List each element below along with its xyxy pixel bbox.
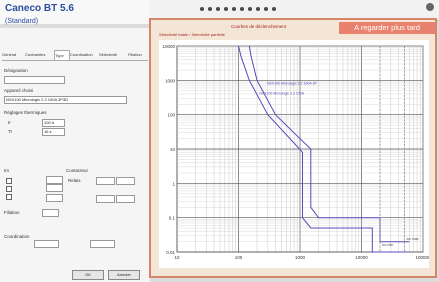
relais-select[interactable] xyxy=(116,195,135,203)
product-field[interactable]: NSX100 Micrologic 2.2 100A 3P3D xyxy=(4,96,127,104)
y-tick-label: 1000 xyxy=(165,78,176,83)
value-select[interactable] xyxy=(46,176,63,184)
app-title: Caneco BT 5.6 xyxy=(5,3,74,14)
tab-contraintes[interactable]: Contraintes xyxy=(25,50,53,59)
designation-label: Désignation xyxy=(4,68,28,73)
x-tick-label: 10000 xyxy=(355,255,368,260)
y-tick-label: 10000 xyxy=(162,44,175,49)
relais-select[interactable] xyxy=(96,177,115,185)
toolbar-dot-icon[interactable] xyxy=(224,7,228,11)
close-icon[interactable] xyxy=(426,3,434,11)
curves-window-title: Courbes de déclenchement xyxy=(231,24,287,29)
curve-series-label: NSX160 Micrologic 2.2 160A 3P xyxy=(267,81,317,85)
ok-button[interactable]: OK xyxy=(72,270,104,280)
coordination-select[interactable] xyxy=(90,240,115,248)
trip-curve-chart: 1000010001001010.10.0110 100 1000 10000 1000… xyxy=(162,44,431,260)
toolbar-dot-icon[interactable] xyxy=(264,7,268,11)
x-tick-label: 100000 xyxy=(415,255,429,260)
value-select[interactable] xyxy=(46,194,63,202)
y-tick-label: 10 xyxy=(170,147,176,152)
option-checkbox[interactable] xyxy=(6,178,12,184)
x-tick-label: 10 xyxy=(174,255,180,260)
toolbar-dot-icon[interactable] xyxy=(232,7,236,11)
toolbar-dot-icon[interactable] xyxy=(200,7,204,11)
app-titlebar: Caneco BT 5.6 (Standard) xyxy=(0,0,150,25)
relais-select[interactable] xyxy=(116,177,135,185)
icc-marker-label: Icc min xyxy=(382,243,393,247)
product-label: Appareil choisi xyxy=(4,88,34,93)
relais-select[interactable] xyxy=(96,195,115,203)
designation-field[interactable] xyxy=(4,76,65,84)
y-tick-label: 0.1 xyxy=(169,216,176,221)
cancel-button[interactable]: Annuler xyxy=(108,270,140,280)
y-tick-label: 1 xyxy=(172,181,175,186)
tab-filiation[interactable]: Filiation xyxy=(128,50,148,59)
app-subtitle: (Standard) xyxy=(5,18,39,25)
ir-field[interactable]: 100 A xyxy=(42,119,65,127)
toolbar-dot-icon[interactable] xyxy=(272,7,276,11)
toolbar-dot-icon[interactable] xyxy=(208,7,212,11)
curves-subtitle: Sélectivité totale / Sélectivité partiel… xyxy=(159,32,225,37)
tab-type[interactable]: Type xyxy=(54,50,70,60)
coordination-select[interactable] xyxy=(34,240,59,248)
reglage-label: Réglages thermiques xyxy=(4,110,47,115)
coordination-label: Coordination xyxy=(4,234,30,239)
toolbar-dot-icon[interactable] xyxy=(248,7,252,11)
left-panel: Général Contraintes Type Coordination Sé… xyxy=(0,28,150,282)
filiation-field[interactable] xyxy=(42,209,59,217)
toolbar-dot-icon[interactable] xyxy=(256,7,260,11)
plot-area: 10000 1000 100 10 1 0.1 0.01 10 100 1000 10000 1000… xyxy=(159,40,431,268)
tr-label: Tr xyxy=(8,129,13,134)
option-checkbox[interactable] xyxy=(6,186,12,192)
y-tick-label: 100 xyxy=(167,113,175,118)
filiation-label: Filiation xyxy=(4,210,20,215)
curve-series-label: NSX100 Micrologic 2.2 100A xyxy=(259,91,304,95)
ir-label: Ir xyxy=(8,120,11,125)
im-label: Im xyxy=(4,168,9,173)
tr-field[interactable]: 16 s xyxy=(42,128,65,136)
tab-coordination[interactable]: Coordination xyxy=(70,50,98,59)
icc-marker-label: Icc max xyxy=(406,237,418,241)
tab-general[interactable]: Général xyxy=(2,50,24,59)
x-tick-label: 100 xyxy=(235,255,243,260)
curves-window: Courbes de déclenchement Sélectivité tot… xyxy=(149,18,437,278)
relais-label: Relais xyxy=(68,178,81,183)
contacteur-label: Contacteur xyxy=(66,168,89,173)
value-select[interactable] xyxy=(46,184,63,192)
toolbar-dot-icon[interactable] xyxy=(240,7,244,11)
tab-selectivite[interactable]: Sélectivité xyxy=(99,50,127,59)
tab-bar: Général Contraintes Type Coordination Sé… xyxy=(2,50,148,61)
toolbar-dot-icon[interactable] xyxy=(216,7,220,11)
option-checkbox[interactable] xyxy=(6,194,12,200)
x-tick-label: 1000 xyxy=(295,255,306,260)
watch-later-banner[interactable]: A regarder plus tard xyxy=(339,22,435,34)
